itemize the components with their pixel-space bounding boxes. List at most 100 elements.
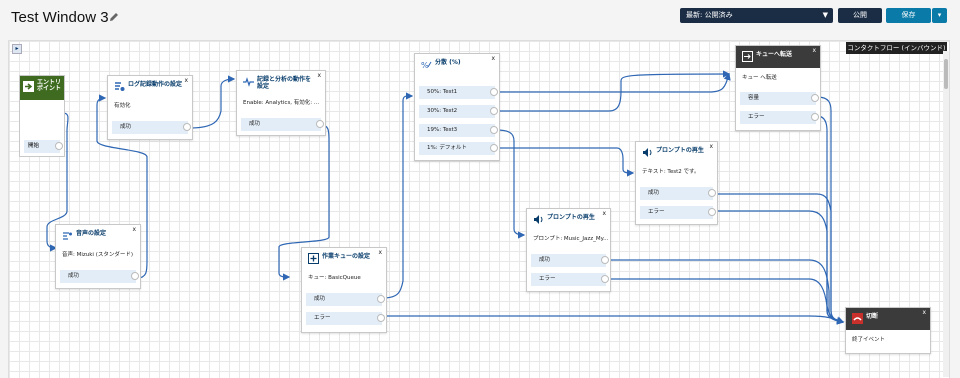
node-title: 作業キューの設定 <box>322 253 371 260</box>
port-test1[interactable]: 50%: Test1 <box>419 86 498 99</box>
distribute-percentage-node[interactable]: % 分散 (%) x 50%: Test1 30%: Test2 19%: Te… <box>414 53 500 161</box>
wire-queue-error-disconnect <box>383 315 845 324</box>
node-title: ログ記録動作の設定 <box>128 81 183 88</box>
close-icon[interactable]: x <box>709 143 713 150</box>
connector-dot[interactable] <box>183 123 191 131</box>
flow-canvas[interactable]: ▸ コンタクトフロー (インバウンド) エントリポイント 開始 ログ記録動作の設… <box>8 40 950 378</box>
port-error[interactable]: エラー <box>740 111 819 124</box>
connector-dot[interactable] <box>316 120 324 128</box>
play-prompt-node-music[interactable]: プロンプトの再生 x プロンプト: Music_Jazz_My... 成功 エラ… <box>526 208 611 292</box>
node-header: キューへ転送 x <box>736 46 820 68</box>
node-title: プロンプトの再生 <box>547 214 595 221</box>
wire-prompt2-ok <box>714 193 845 325</box>
port-label: 容量 <box>748 95 760 101</box>
port-label: 成功 <box>120 124 132 130</box>
node-header: 音声の設定 x <box>56 225 140 247</box>
connector-dot[interactable] <box>811 113 819 121</box>
list-settings-icon <box>115 82 125 91</box>
port-success[interactable]: 成功 <box>241 118 324 131</box>
node-title: 音声の設定 <box>76 230 107 237</box>
node-description: Enable: Analytics, 有効化: ... <box>243 100 320 106</box>
port-label: 成功 <box>539 257 551 263</box>
connector-dot[interactable] <box>490 88 498 96</box>
close-icon[interactable]: x <box>602 210 606 217</box>
port-at-capacity[interactable]: 容量 <box>740 92 819 105</box>
port-label: エラー <box>314 315 331 321</box>
transfer-to-queue-node[interactable]: キューへ転送 x キュー へ転送 容量 エラー <box>735 45 821 131</box>
chevron-down-icon: ▾ <box>937 11 942 19</box>
entry-header: エントリポイント <box>20 76 64 100</box>
connector-dot[interactable] <box>708 189 716 197</box>
port-label: エラー <box>748 114 765 120</box>
port-success[interactable]: 成功 <box>531 254 609 267</box>
port-label: 成功 <box>68 273 80 279</box>
connector-dot[interactable] <box>131 272 139 280</box>
port-default[interactable]: 1%: デフォルト <box>419 142 498 155</box>
close-icon[interactable]: x <box>317 72 321 79</box>
top-bar: Test Window 3 最新: 公開済み ▼ 公開 保存 ▾ <box>0 0 960 38</box>
close-icon[interactable]: x <box>491 55 495 62</box>
connector-dot[interactable] <box>601 256 609 264</box>
port-error[interactable]: エラー <box>640 206 716 219</box>
node-description: キュー へ転送 <box>742 75 777 81</box>
connector-dot[interactable] <box>490 144 498 152</box>
hang-up-phone-icon <box>852 313 863 324</box>
play-prompt-node-text[interactable]: プロンプトの再生 x テキスト: Test2 です。 成功 エラー <box>635 141 718 225</box>
port-start[interactable]: 開始 <box>24 140 63 153</box>
set-working-queue-node[interactable]: 作業キューの設定 x キュー: BasicQueue 成功 エラー <box>301 247 387 333</box>
wire-split-1-transfer <box>496 72 731 93</box>
close-icon[interactable]: x <box>184 77 188 84</box>
port-label: エラー <box>539 276 556 282</box>
node-title: キューへ転送 <box>756 51 793 58</box>
queue-plus-icon <box>308 253 319 264</box>
node-description: 音声: Mizuki (スタンダード) <box>62 252 134 258</box>
set-voice-node[interactable]: 音声の設定 x 音声: Mizuki (スタンダード) 成功 <box>55 224 141 289</box>
save-button[interactable]: 保存 <box>886 8 931 23</box>
port-label: 成功 <box>648 190 660 196</box>
connector-dot[interactable] <box>55 142 63 150</box>
close-icon[interactable]: x <box>378 249 382 256</box>
version-select[interactable]: 最新: 公開済み ▼ <box>680 8 833 23</box>
pencil-edit-icon[interactable] <box>108 11 120 23</box>
publish-button[interactable]: 公開 <box>838 8 882 23</box>
connector-dot[interactable] <box>811 94 819 102</box>
connector-dot[interactable] <box>377 314 385 322</box>
connector-dot[interactable] <box>601 275 609 283</box>
connector-dot[interactable] <box>708 208 716 216</box>
node-description: キュー: BasicQueue <box>308 275 361 281</box>
voice-settings-icon <box>63 232 72 240</box>
wire-prompt2-err <box>714 210 845 325</box>
node-description: 有効化 <box>114 103 131 109</box>
save-options-button[interactable]: ▾ <box>932 8 947 23</box>
port-success[interactable]: 成功 <box>112 121 191 134</box>
connector-dot[interactable] <box>490 126 498 134</box>
port-test2[interactable]: 30%: Test2 <box>419 105 498 118</box>
node-title: プロンプトの再生 <box>656 147 704 154</box>
port-success[interactable]: 成功 <box>60 270 139 283</box>
port-test3[interactable]: 19%: Test3 <box>419 124 498 137</box>
log-behavior-node[interactable]: ログ記録動作の設定 x 有効化 成功 <box>107 75 193 140</box>
node-header: プロンプトの再生 x <box>527 209 610 231</box>
connector-dot[interactable] <box>490 107 498 115</box>
analytics-behavior-node[interactable]: 記録と分析の動作を設定 x Enable: Analytics, 有効化: ..… <box>236 70 326 136</box>
node-header: % 分散 (%) x <box>415 54 499 76</box>
wire-split-3-prompt1 <box>495 129 526 239</box>
port-error[interactable]: エラー <box>531 273 609 286</box>
transfer-queue-icon <box>742 51 753 62</box>
node-header: 記録と分析の動作を設定 x <box>237 71 325 95</box>
node-title: 分散 (%) <box>435 59 461 66</box>
close-icon[interactable]: x <box>132 226 136 233</box>
port-success[interactable]: 成功 <box>640 187 716 200</box>
port-label: 成功 <box>249 121 261 127</box>
connector-dot[interactable] <box>377 295 385 303</box>
port-label: 開始 <box>28 143 40 149</box>
port-success[interactable]: 成功 <box>306 293 385 306</box>
disconnect-node[interactable]: 切断 x 終了イベント <box>845 307 931 354</box>
port-label: 30%: Test2 <box>427 108 458 114</box>
port-error[interactable]: エラー <box>306 312 385 325</box>
entry-point-node[interactable]: エントリポイント 開始 <box>19 75 65 157</box>
close-icon[interactable]: x <box>812 47 816 54</box>
node-header: ログ記録動作の設定 x <box>108 76 192 98</box>
chevron-down-icon: ▼ <box>822 11 828 19</box>
close-icon[interactable]: x <box>922 309 926 316</box>
